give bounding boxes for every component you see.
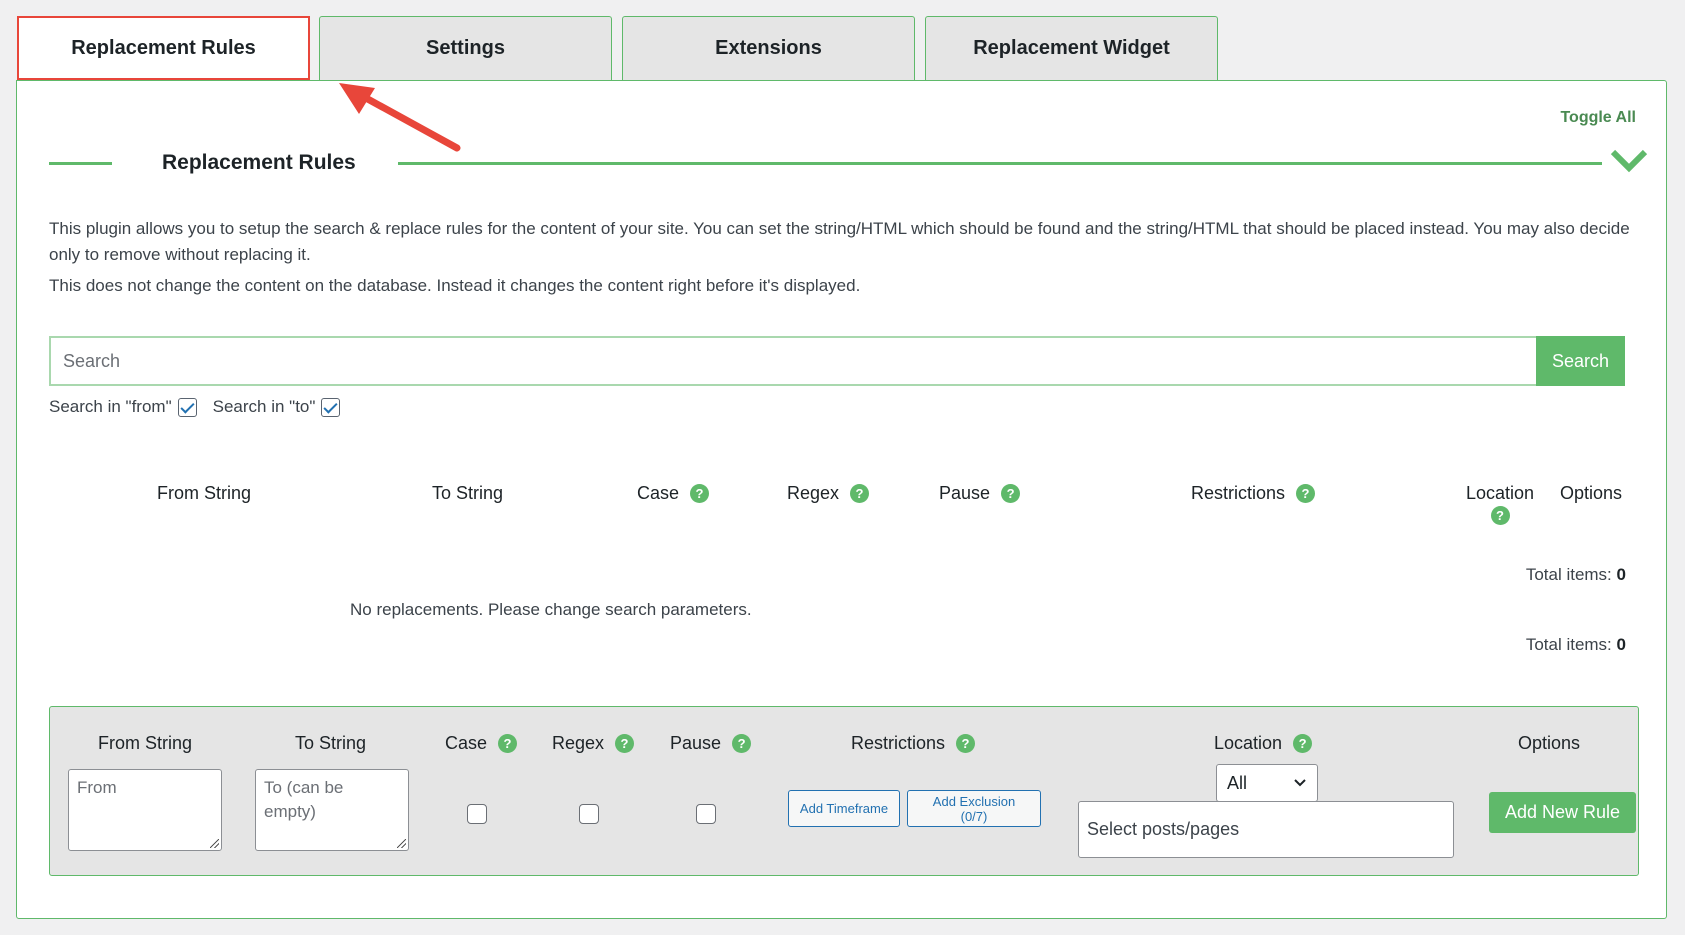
from-string-textarea[interactable]: From — [68, 769, 222, 851]
header-label: Pause — [670, 733, 722, 753]
help-icon[interactable]: ? — [956, 734, 976, 753]
case-checkbox[interactable] — [467, 804, 487, 824]
help-icon[interactable]: ? — [1490, 506, 1510, 525]
total-items-bottom: Total items: 0 — [1526, 635, 1626, 655]
column-header-pause: Pause? — [939, 483, 1021, 504]
placeholder-text: From — [77, 778, 117, 797]
tab-replacement-widget[interactable]: Replacement Widget — [925, 16, 1218, 80]
chevron-down-icon — [1294, 779, 1306, 787]
add-timeframe-button[interactable]: Add Timeframe — [788, 790, 900, 827]
description-text: This plugin allows you to setup the sear… — [49, 219, 1630, 264]
header-label: To String — [432, 483, 504, 503]
section-title: Replacement Rules — [162, 151, 356, 174]
tab-label: Settings — [426, 37, 505, 59]
header-label: Restrictions — [1191, 483, 1286, 503]
column-header-to: To String — [432, 483, 503, 504]
resize-grip-icon[interactable] — [397, 839, 406, 848]
tab-replacement-rules[interactable]: Replacement Rules — [17, 16, 310, 80]
header-label: Regex — [787, 483, 840, 503]
header-label: Case — [637, 483, 680, 503]
header-label: Options — [1518, 733, 1581, 753]
total-items-top: Total items: 0 — [1526, 565, 1626, 585]
regex-checkbox[interactable] — [579, 804, 599, 824]
divider — [49, 162, 112, 165]
resize-grip-icon[interactable] — [210, 839, 219, 848]
add-new-rule-button[interactable]: Add New Rule — [1489, 792, 1636, 833]
column-header-case: Case? — [637, 483, 710, 504]
column-header-location: Location? — [1466, 483, 1534, 525]
header-label: Location — [1466, 483, 1535, 503]
header-label: Restrictions — [851, 733, 946, 753]
header-label: Options — [1560, 483, 1623, 503]
description: This plugin allows you to setup the sear… — [49, 216, 1644, 299]
main-panel: Toggle All Replacement Rules This plugin… — [16, 80, 1667, 919]
help-icon[interactable]: ? — [1293, 734, 1313, 753]
help-icon[interactable]: ? — [732, 734, 752, 753]
help-icon[interactable]: ? — [1296, 484, 1316, 503]
total-label: Total items: — [1525, 565, 1612, 584]
form-header-pause: Pause? — [670, 733, 752, 754]
help-icon[interactable]: ? — [690, 484, 710, 503]
to-string-textarea[interactable]: To (can be empty) — [255, 769, 409, 851]
search-in-to-checkbox[interactable] — [321, 397, 341, 417]
column-header-regex: Regex? — [787, 483, 870, 504]
description-text: This does not change the content on the … — [49, 276, 861, 295]
column-header-options: Options — [1560, 483, 1622, 504]
toggle-all-link[interactable]: Toggle All — [1560, 109, 1636, 127]
form-header-location: Location? — [1214, 733, 1313, 754]
header-label: Location — [1214, 733, 1283, 753]
search-in-from-label: Search in "from" — [49, 397, 172, 416]
placeholder-text: To (can be empty) — [264, 778, 344, 821]
form-header-regex: Regex? — [552, 733, 635, 754]
total-value: 0 — [1616, 635, 1626, 654]
pause-checkbox[interactable] — [696, 804, 716, 824]
select-posts-input[interactable] — [1078, 801, 1454, 858]
add-exclusion-button[interactable]: Add Exclusion (0/7) — [907, 790, 1041, 827]
search-button[interactable]: Search — [1536, 336, 1625, 386]
tab-settings[interactable]: Settings — [319, 16, 612, 80]
search-bar: Search — [49, 336, 1625, 386]
total-label: Total items: — [1525, 635, 1612, 654]
header-label: Pause — [939, 483, 991, 503]
search-in-to-label: Search in "to" — [212, 397, 316, 416]
divider — [398, 162, 1602, 165]
column-header-from: From String — [157, 483, 251, 504]
header-label: Case — [445, 733, 488, 753]
header-label: From String — [157, 483, 252, 503]
header-label: From String — [98, 733, 193, 753]
form-header-restrictions: Restrictions? — [851, 733, 976, 754]
form-header-options: Options — [1518, 733, 1580, 754]
add-rule-form: From String To String Case? Regex? Pause… — [49, 706, 1639, 876]
location-select[interactable]: All — [1216, 764, 1318, 802]
empty-message: No replacements. Please change search pa… — [350, 600, 752, 619]
form-header-to: To String — [295, 733, 366, 754]
tab-label: Replacement Rules — [71, 36, 256, 59]
help-icon[interactable]: ? — [850, 484, 870, 503]
tab-label: Extensions — [715, 37, 822, 59]
tab-extensions[interactable]: Extensions — [622, 16, 915, 80]
help-icon[interactable]: ? — [1001, 484, 1021, 503]
header-label: Regex — [552, 733, 605, 753]
search-options: Search in "from" Search in "to" — [49, 397, 350, 417]
form-header-from: From String — [98, 733, 192, 754]
annotation-arrow-icon — [339, 83, 461, 152]
search-input[interactable] — [49, 336, 1536, 386]
chevron-down-icon[interactable] — [1609, 147, 1649, 175]
help-icon[interactable]: ? — [498, 734, 518, 753]
tab-label: Replacement Widget — [973, 37, 1170, 59]
total-value: 0 — [1616, 565, 1626, 584]
form-header-case: Case? — [445, 733, 518, 754]
location-select-value: All — [1227, 772, 1248, 793]
search-in-from-checkbox[interactable] — [177, 397, 197, 417]
header-label: To String — [295, 733, 367, 753]
help-icon[interactable]: ? — [615, 734, 635, 753]
column-header-restrictions: Restrictions? — [1191, 483, 1316, 504]
